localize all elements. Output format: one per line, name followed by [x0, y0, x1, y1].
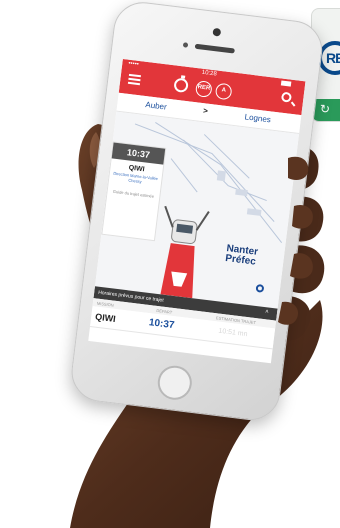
fingertips: [278, 156, 313, 325]
photo-scene: RE ↻ ••••• 10:28: [0, 0, 340, 528]
